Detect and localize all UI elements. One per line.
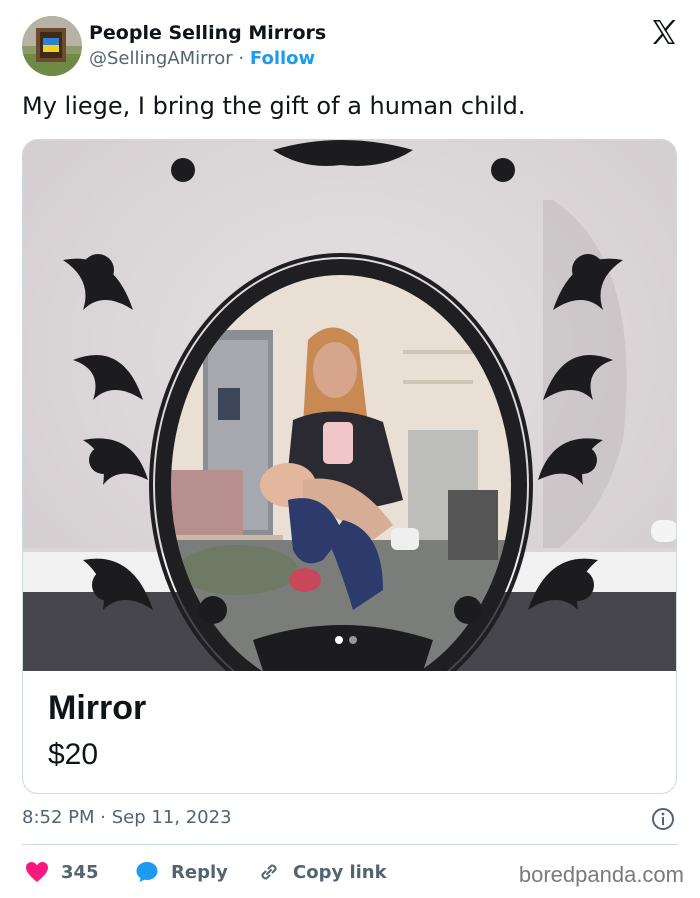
carousel-dot-active[interactable] (335, 636, 343, 644)
info-icon[interactable] (651, 807, 675, 831)
listing-card[interactable]: Mirror $20 (22, 139, 677, 794)
author-handle-row: @SellingAMirror · Follow (89, 48, 315, 69)
reply-label: Reply (171, 861, 228, 883)
carousel-dot[interactable] (349, 636, 357, 644)
listing-photo[interactable] (23, 140, 677, 671)
tweet-timestamp[interactable]: 8:52 PM · Sep 11, 2023 (22, 807, 232, 828)
avatar-image (22, 16, 82, 76)
watermark: boredpanda.com (518, 862, 684, 887)
avatar[interactable] (22, 16, 82, 76)
copy-link-button[interactable]: Copy link (257, 860, 387, 884)
handle-separator: · (238, 48, 245, 69)
link-icon (257, 860, 281, 884)
listing-price: $20 (48, 738, 99, 771)
tweet-embed: People Selling Mirrors @SellingAMirror ·… (0, 0, 700, 898)
heart-icon (25, 861, 49, 883)
reply-bubble-icon (135, 860, 159, 884)
x-logo-icon[interactable] (650, 18, 678, 46)
follow-button[interactable]: Follow (250, 48, 315, 69)
copy-link-label: Copy link (293, 861, 387, 883)
tweet-date: Sep 11, 2023 (111, 807, 232, 828)
tweet-time: 8:52 PM (22, 807, 95, 828)
carousel-dots (335, 636, 357, 644)
author-handle[interactable]: @SellingAMirror (89, 48, 233, 69)
timestamp-separator: · (100, 807, 106, 828)
listing-title: Mirror (48, 689, 147, 727)
tweet-text: My liege, I bring the gift of a human ch… (22, 92, 526, 120)
like-button[interactable]: 345 (25, 860, 99, 884)
like-count: 345 (61, 861, 99, 883)
author-display-name[interactable]: People Selling Mirrors (89, 22, 326, 44)
reply-button[interactable]: Reply (135, 860, 228, 884)
divider (22, 844, 678, 845)
